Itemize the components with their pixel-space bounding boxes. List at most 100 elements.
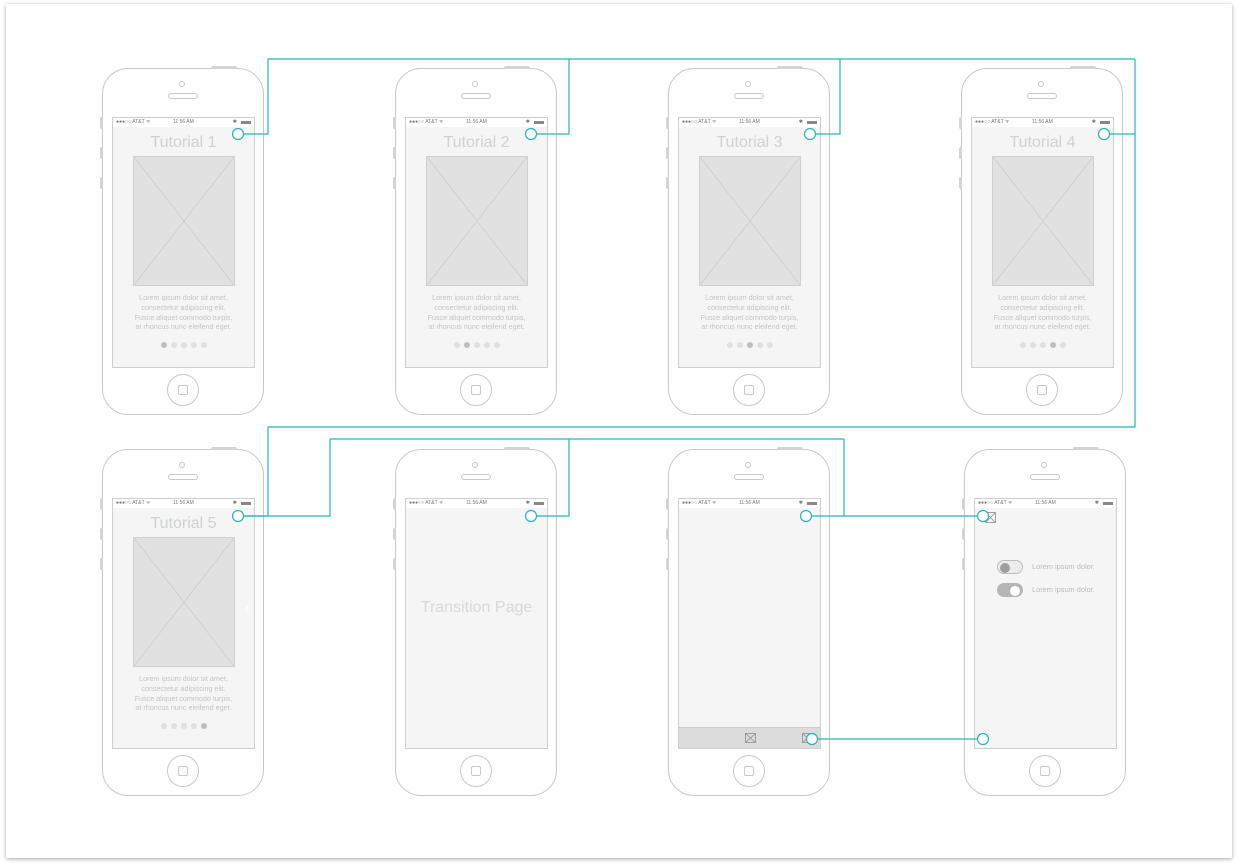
phone-main: ●●●○○ AT&T ᯤ 11:56 AM ✱ bbox=[666, 447, 830, 796]
page-dot[interactable] bbox=[1039, 342, 1046, 348]
chevron-left-icon[interactable]: ‹ bbox=[244, 599, 250, 620]
status-bar: ●●●○○ AT&T ᯤ 11:56 AM ✱ bbox=[113, 118, 254, 127]
status-bar: ●●●○○ AT&T ᯤ 11:56 AM ✱ bbox=[679, 499, 820, 508]
toggle-switch[interactable] bbox=[997, 583, 1023, 597]
bluetooth-icon: ✱ bbox=[232, 500, 237, 506]
phone-tutorial-2: ●●●○○ AT&T ᯤ 11:56 AM ✱ Tutorial 2 Lorem… bbox=[393, 66, 557, 415]
page-dot[interactable] bbox=[766, 342, 773, 348]
page-dot[interactable] bbox=[160, 342, 167, 348]
page-dot[interactable] bbox=[200, 723, 207, 729]
speaker bbox=[734, 93, 764, 99]
image-placeholder bbox=[133, 537, 235, 667]
body-text: Lorem ipsum dolor sit amet, consectetur a… bbox=[700, 293, 799, 332]
page-title: Tutorial 4 bbox=[1009, 134, 1076, 151]
page-dot[interactable] bbox=[473, 342, 480, 348]
page-dot[interactable] bbox=[170, 342, 177, 348]
page-indicator[interactable] bbox=[113, 342, 254, 348]
bluetooth-icon: ✱ bbox=[1091, 119, 1096, 125]
screen-tutorial-3[interactable]: ●●●○○ AT&T ᯤ 11:56 AM ✱ Tutorial 3 Lorem… bbox=[678, 117, 821, 368]
image-icon[interactable] bbox=[745, 733, 756, 743]
phone-tutorial-4: ●●●○○ AT&T ᯤ 11:56 AM ✱ Tutorial 4 Lorem… bbox=[959, 66, 1123, 415]
page-dot[interactable] bbox=[736, 342, 743, 348]
home-button[interactable] bbox=[1029, 755, 1061, 787]
page-dot[interactable] bbox=[190, 342, 197, 348]
page-dot[interactable] bbox=[756, 342, 763, 348]
status-bar: ●●●○○ AT&T ᯤ 11:56 AM ✱ bbox=[975, 499, 1116, 508]
home-button[interactable] bbox=[460, 755, 492, 787]
page-dot[interactable] bbox=[190, 723, 197, 729]
page-indicator[interactable] bbox=[679, 342, 820, 348]
phone-tutorial-5: ●●●○○ AT&T ᯤ 11:56 AM ✱ Tutorial 5 ‹ Lor… bbox=[100, 447, 264, 796]
page-indicator[interactable] bbox=[972, 342, 1113, 348]
page-dot[interactable] bbox=[200, 342, 207, 348]
camera bbox=[472, 81, 478, 87]
body-text: Lorem ipsum dolor sit amet, consectetur a… bbox=[427, 293, 526, 332]
page-dot[interactable] bbox=[1019, 342, 1026, 348]
home-button[interactable] bbox=[460, 374, 492, 406]
bluetooth-icon: ✱ bbox=[525, 119, 530, 125]
page-title: Tutorial 1 bbox=[150, 134, 217, 151]
camera bbox=[179, 81, 185, 87]
home-button[interactable] bbox=[167, 755, 199, 787]
battery-icon bbox=[534, 121, 544, 124]
toggle-switch[interactable] bbox=[997, 560, 1023, 574]
status-bar: ●●●○○ AT&T ᯤ 11:56 AM ✱ bbox=[972, 118, 1113, 127]
image-placeholder bbox=[992, 156, 1094, 286]
phone-transition: ●●●○○ AT&T ᯤ 11:56 AM ✱ Transition Page bbox=[393, 447, 557, 796]
body-text: Lorem ipsum dolor sit amet, consectetur a… bbox=[134, 674, 233, 713]
bluetooth-icon: ✱ bbox=[798, 119, 803, 125]
page-indicator[interactable] bbox=[113, 723, 254, 729]
page-dot[interactable] bbox=[726, 342, 733, 348]
page-dot[interactable] bbox=[463, 342, 470, 348]
page-dot[interactable] bbox=[746, 342, 753, 348]
phone-tutorial-3: ●●●○○ AT&T ᯤ 11:56 AM ✱ Tutorial 3 Lorem… bbox=[666, 66, 830, 415]
image-placeholder bbox=[699, 156, 801, 286]
image-placeholder bbox=[133, 156, 235, 286]
home-button[interactable] bbox=[733, 374, 765, 406]
camera bbox=[1038, 81, 1044, 87]
page-dot[interactable] bbox=[180, 723, 187, 729]
speaker bbox=[168, 474, 198, 480]
home-button[interactable] bbox=[733, 755, 765, 787]
camera bbox=[179, 462, 185, 468]
body-text: Lorem ipsum dolor sit amet, consectetur a… bbox=[134, 293, 233, 332]
screen-settings[interactable]: ●●●○○ AT&T ᯤ 11:56 AM ✱ Lorem ipsum dolo… bbox=[974, 498, 1117, 749]
body-text: Lorem ipsum dolor sit amet, consectetur a… bbox=[993, 293, 1092, 332]
speaker bbox=[168, 93, 198, 99]
close-icon[interactable] bbox=[985, 512, 996, 523]
page-dot[interactable] bbox=[170, 723, 177, 729]
home-button[interactable] bbox=[167, 374, 199, 406]
status-bar: ●●●○○ AT&T ᯤ 11:56 AM ✱ bbox=[406, 118, 547, 127]
screen-transition[interactable]: ●●●○○ AT&T ᯤ 11:56 AM ✱ Transition Page bbox=[405, 498, 548, 749]
speaker bbox=[461, 474, 491, 480]
battery-icon bbox=[241, 502, 251, 505]
page-dot[interactable] bbox=[493, 342, 500, 348]
page-dot[interactable] bbox=[1049, 342, 1056, 348]
settings-icon[interactable] bbox=[802, 733, 813, 743]
page-dot[interactable] bbox=[1029, 342, 1036, 348]
screen-tutorial-1[interactable]: ●●●○○ AT&T ᯤ 11:56 AM ✱ Tutorial 1 Lorem… bbox=[112, 117, 255, 368]
page-dot[interactable] bbox=[1059, 342, 1066, 348]
page-dot[interactable] bbox=[180, 342, 187, 348]
camera bbox=[745, 81, 751, 87]
screen-tutorial-2[interactable]: ●●●○○ AT&T ᯤ 11:56 AM ✱ Tutorial 2 Lorem… bbox=[405, 117, 548, 368]
home-button[interactable] bbox=[1026, 374, 1058, 406]
transition-label: Transition Page bbox=[420, 599, 533, 616]
bluetooth-icon: ✱ bbox=[1094, 500, 1099, 506]
battery-icon bbox=[241, 121, 251, 124]
battery-icon bbox=[807, 502, 817, 505]
page-title: Tutorial 2 bbox=[443, 134, 510, 151]
page-dot[interactable] bbox=[160, 723, 167, 729]
screen-tutorial-4[interactable]: ●●●○○ AT&T ᯤ 11:56 AM ✱ Tutorial 4 Lorem… bbox=[971, 117, 1114, 368]
page-dot[interactable] bbox=[483, 342, 490, 348]
battery-icon bbox=[1100, 121, 1110, 124]
page-title: Tutorial 5 bbox=[150, 515, 217, 532]
screen-main[interactable]: ●●●○○ AT&T ᯤ 11:56 AM ✱ bbox=[678, 498, 821, 749]
page-title: Tutorial 3 bbox=[716, 134, 783, 151]
image-placeholder bbox=[426, 156, 528, 286]
page-dot[interactable] bbox=[453, 342, 460, 348]
page-indicator[interactable] bbox=[406, 342, 547, 348]
camera bbox=[1041, 462, 1047, 468]
bluetooth-icon: ✱ bbox=[798, 500, 803, 506]
screen-tutorial-5[interactable]: ●●●○○ AT&T ᯤ 11:56 AM ✱ Tutorial 5 ‹ Lor… bbox=[112, 498, 255, 749]
